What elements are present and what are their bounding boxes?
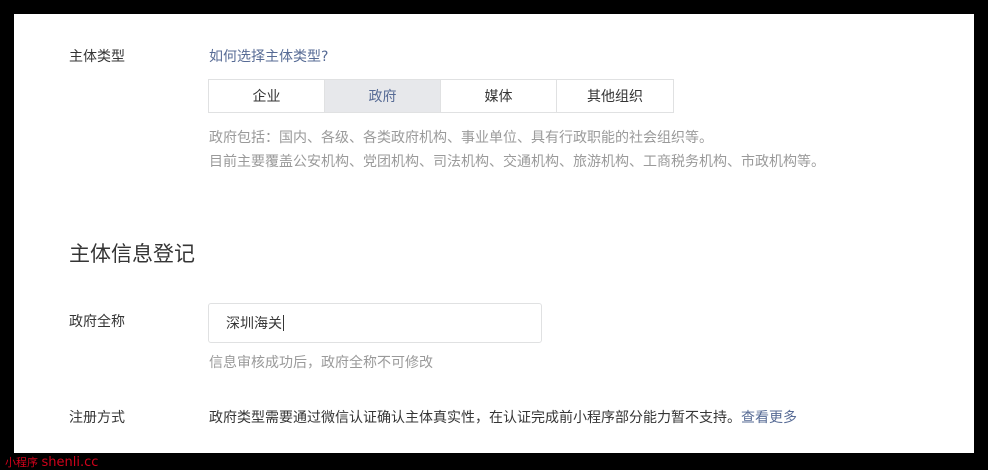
- gov-name-label: 政府全称: [69, 314, 125, 330]
- subject-type-option-government[interactable]: 政府: [325, 80, 441, 112]
- watermark: 小程序 shenli.cc: [5, 454, 98, 470]
- gov-name-value: 深圳海关: [226, 316, 282, 332]
- registration-text-row: 政府类型需要通过微信认证确认主体真实性，在认证完成前小程序部分能力暂不支持。查看…: [209, 407, 797, 427]
- gov-name-input[interactable]: 深圳海关: [208, 303, 542, 343]
- watermark-small: 小程序: [5, 456, 38, 469]
- subject-type-option-media[interactable]: 媒体: [441, 80, 557, 112]
- watermark-big: shenli.cc: [41, 455, 99, 470]
- subject-type-label: 主体类型: [69, 49, 125, 65]
- subject-type-description-line2: 目前主要覆盖公安机构、党团机构、司法机构、交通机构、旅游机构、工商税务机构、市政…: [209, 154, 825, 170]
- registration-label: 注册方式: [69, 410, 125, 426]
- subject-type-option-other[interactable]: 其他组织: [557, 80, 673, 112]
- section-title: 主体信息登记: [69, 242, 195, 266]
- subject-type-selector: 企业 政府 媒体 其他组织: [208, 79, 674, 113]
- gov-name-hint: 信息审核成功后，政府全称不可修改: [209, 355, 433, 371]
- subject-type-help-link[interactable]: 如何选择主体类型?: [209, 46, 328, 66]
- text-caret: [283, 315, 284, 331]
- subject-type-option-enterprise[interactable]: 企业: [209, 80, 325, 112]
- form-panel: 主体类型 如何选择主体类型? 企业 政府 媒体 其他组织 政府包括：国内、各级、…: [14, 14, 974, 453]
- registration-more-link[interactable]: 查看更多: [741, 410, 797, 426]
- registration-text: 政府类型需要通过微信认证确认主体真实性，在认证完成前小程序部分能力暂不支持。: [209, 410, 741, 426]
- subject-type-description-line1: 政府包括：国内、各级、各类政府机构、事业单位、具有行政职能的社会组织等。: [209, 130, 713, 146]
